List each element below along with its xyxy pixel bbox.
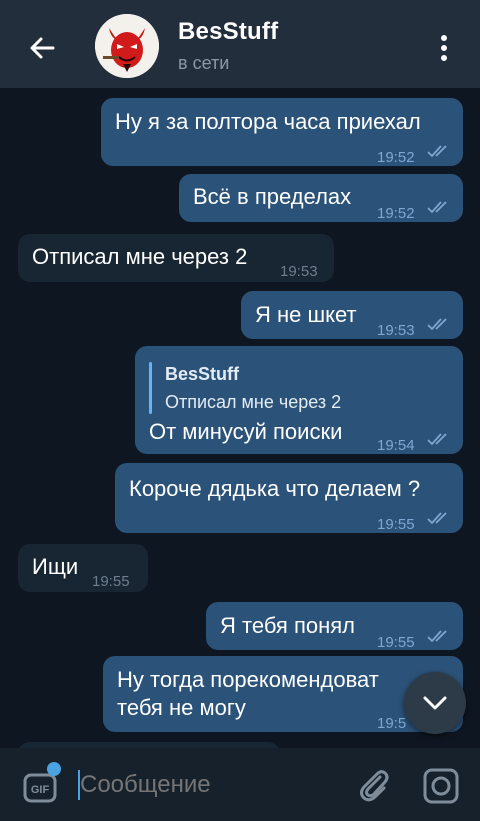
message-text: Ну я за полтора часа приехал — [115, 109, 421, 134]
message-input-bar: GIF — [0, 748, 480, 821]
message-time: 19:55 — [377, 516, 415, 533]
gif-label: GIF — [31, 784, 50, 796]
chat-header: BesStuff в сети — [0, 0, 480, 88]
reply-author[interactable]: BesStuff — [165, 360, 239, 388]
message-time: 19:52 — [377, 149, 415, 166]
more-vertical-icon — [441, 35, 447, 61]
message-text-line2: тебя не могу — [117, 695, 246, 720]
double-check-icon — [427, 630, 447, 643]
double-check-icon — [427, 201, 447, 214]
message-text: Отписал мне через 2 — [32, 244, 248, 269]
devil-avatar-icon — [95, 14, 159, 78]
double-check-icon — [427, 318, 447, 331]
message-text: Я тебя понял — [220, 613, 356, 638]
message-text: Короче дядька что делаем ? — [129, 476, 421, 501]
back-button[interactable] — [22, 28, 62, 68]
reply-quote-bar — [149, 362, 152, 414]
message-outgoing[interactable]: Ну я за полтора часа приехал 19:52 — [101, 98, 463, 166]
double-check-icon — [427, 512, 447, 525]
message-outgoing-reply[interactable]: BesStuff Отписал мне через 2 От минусуй … — [135, 346, 463, 454]
camera-button[interactable] — [421, 766, 461, 806]
paperclip-icon — [360, 770, 389, 802]
message-incoming[interactable]: Ищи 19:55 — [18, 544, 148, 592]
message-text: Ищи — [32, 554, 79, 579]
message-time: 19:53 — [280, 263, 318, 280]
attach-button[interactable] — [355, 766, 393, 804]
reply-text[interactable]: Отписал мне через 2 — [165, 388, 341, 416]
message-outgoing[interactable]: Короче дядька что делаем ? 19:55 — [115, 463, 463, 533]
avatar[interactable] — [95, 14, 159, 78]
camera-icon — [423, 768, 459, 804]
message-time: 19:54 — [377, 437, 415, 454]
message-time: 19:55 — [92, 573, 130, 590]
message-time: 19:52 — [377, 205, 415, 222]
message-text: Я не шкет — [255, 302, 357, 327]
double-check-icon — [427, 433, 447, 446]
message-incoming[interactable]: Отписал мне через 2 19:53 — [18, 234, 334, 282]
scroll-to-bottom-button[interactable] — [404, 672, 466, 734]
arrow-left-icon — [30, 37, 55, 59]
message-time: 19:5 — [377, 715, 407, 732]
message-list[interactable]: Ну я за полтора часа приехал 19:52 Всё в… — [0, 88, 480, 748]
message-outgoing[interactable]: Я тебя понял 19:55 — [206, 602, 463, 651]
message-text: Всё в пределах — [193, 184, 352, 209]
message-text-line1: Ну тогда порекомендоват — [117, 667, 379, 692]
message-time: 19:55 — [377, 634, 415, 651]
notification-dot — [47, 762, 61, 776]
message-outgoing[interactable]: Всё в пределах 19:52 — [179, 174, 463, 222]
chevron-down-icon — [423, 696, 447, 710]
double-check-icon — [427, 145, 447, 158]
online-status: в сети — [178, 53, 230, 73]
chat-title[interactable]: BesStuff — [178, 18, 278, 46]
message-time: 19:53 — [377, 322, 415, 339]
more-menu-button[interactable] — [426, 30, 462, 66]
message-outgoing[interactable]: Я не шкет 19:53 — [241, 291, 463, 339]
message-text: От минусуй поиски — [149, 419, 343, 444]
message-input[interactable] — [80, 768, 330, 802]
